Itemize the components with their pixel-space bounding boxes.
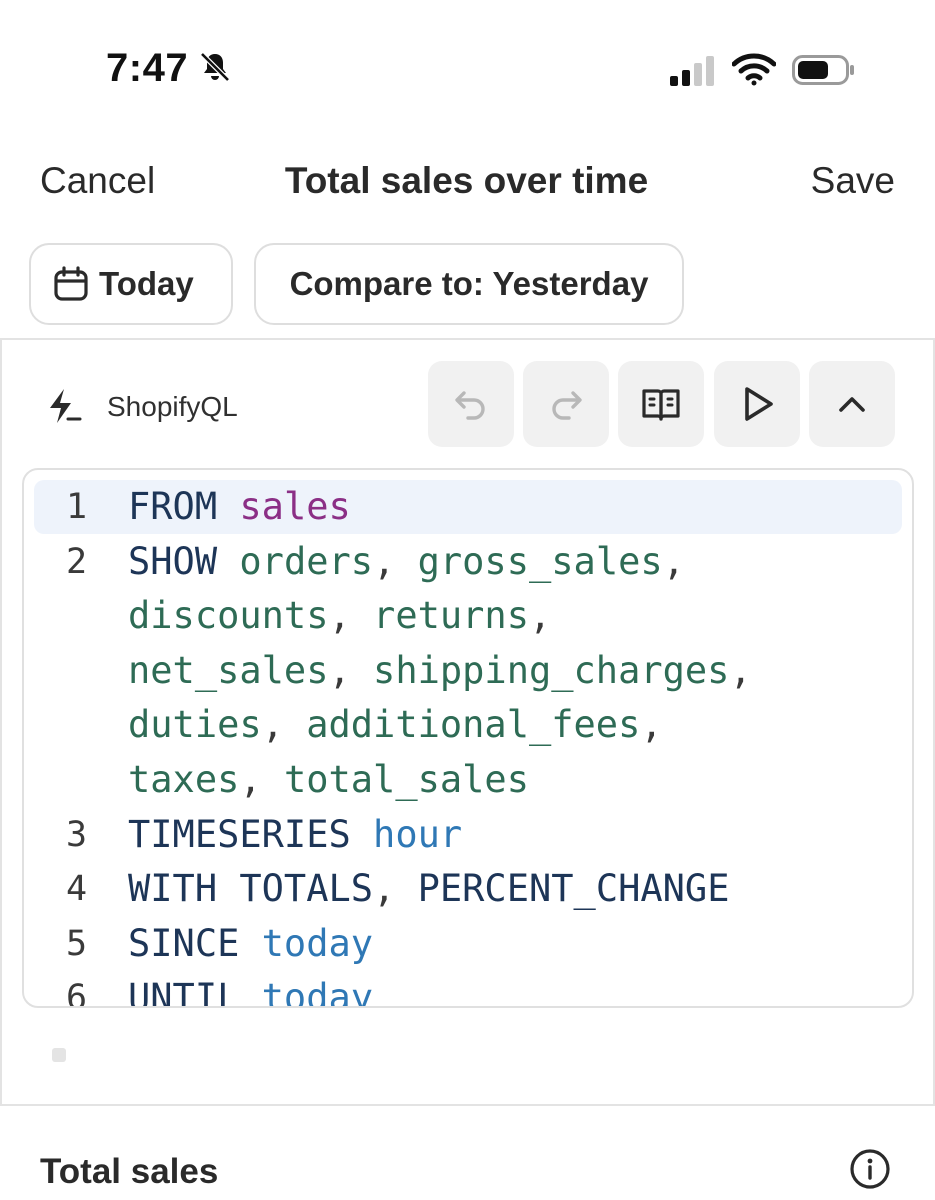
- resize-handle[interactable]: [52, 1048, 66, 1062]
- run-query-button[interactable]: [714, 361, 800, 447]
- code-token: today: [261, 976, 374, 1008]
- code-token: ,: [729, 648, 752, 692]
- code-text: net_sales, shipping_charges,: [128, 644, 752, 698]
- code-token: hour: [373, 812, 463, 856]
- date-range-button[interactable]: Today: [29, 243, 233, 325]
- battery-icon: [792, 55, 854, 85]
- code-token: discounts: [128, 594, 329, 638]
- undo-button[interactable]: [428, 361, 514, 447]
- code-token: taxes: [128, 758, 240, 801]
- code-token: additional_fees: [306, 703, 641, 747]
- code-text: FROM sales: [128, 480, 351, 534]
- compare-to-button[interactable]: Compare to: Yesterday: [254, 243, 684, 325]
- code-token: ,: [662, 539, 685, 583]
- code-token: ,: [328, 594, 374, 638]
- code-token: FROM: [128, 485, 240, 528]
- redo-button[interactable]: [523, 361, 609, 447]
- code-editor[interactable]: 1 FROM sales 2 SHOW orders, gross_sales, dis…: [22, 468, 914, 1008]
- code-text: discounts, returns,: [128, 589, 551, 643]
- line-number: 6: [66, 978, 88, 1008]
- code-token: sales: [239, 485, 351, 528]
- code-token: shipping_charges: [373, 648, 730, 692]
- code-token: today: [261, 921, 374, 965]
- redo-icon: [552, 391, 582, 420]
- info-icon[interactable]: [849, 1148, 891, 1190]
- code-text: SINCE today: [128, 917, 373, 971]
- code-token: TIMESERIES: [128, 812, 374, 856]
- code-token: UNTIL: [128, 976, 262, 1008]
- line-number: 3: [66, 814, 88, 855]
- code-token: orders: [239, 539, 374, 583]
- code-token: duties: [128, 703, 262, 747]
- play-icon: [745, 387, 773, 421]
- code-token: ,: [373, 867, 418, 911]
- code-text: SHOW orders, gross_sales,: [128, 535, 685, 589]
- section-title: Total sales: [40, 1152, 219, 1191]
- code-text: WITH TOTALS, PERCENT_CHANGE: [128, 862, 729, 916]
- page-title: Total sales over time: [284, 160, 649, 201]
- line-number: 1: [66, 487, 88, 527]
- code-token: SINCE: [128, 921, 262, 965]
- line-number: 2: [66, 541, 88, 582]
- wifi-icon: [732, 53, 776, 86]
- code-token: SHOW: [128, 539, 240, 583]
- code-token: gross_sales: [417, 539, 663, 583]
- status-time: 7:47: [106, 46, 189, 90]
- line-number: 5: [66, 923, 88, 964]
- docs-button[interactable]: [618, 361, 704, 447]
- chevron-up-icon: [839, 397, 865, 412]
- code-token: returns: [373, 594, 529, 638]
- calendar-icon: [54, 266, 88, 301]
- collapse-editor-button[interactable]: [809, 361, 895, 447]
- language-label: ShopifyQL: [107, 391, 238, 422]
- bell-slash-icon: [200, 52, 230, 82]
- code-token: PERCENT_CHANGE: [417, 867, 730, 911]
- code-token: net_sales: [128, 648, 329, 692]
- code-text: duties, additional_fees,: [128, 698, 663, 752]
- compare-to-label: Compare to: Yesterday: [289, 265, 649, 302]
- code-token: ,: [328, 648, 374, 692]
- code-text: taxes, total_sales: [128, 753, 529, 807]
- code-token: total_sales: [283, 758, 529, 801]
- line-number: 4: [66, 869, 88, 910]
- code-token: ,: [528, 594, 552, 638]
- code-text: UNTIL today: [128, 971, 374, 1008]
- cellular-signal-icon: [670, 56, 714, 86]
- save-button[interactable]: Save: [811, 160, 895, 202]
- code-token: ,: [239, 758, 284, 801]
- code-token: ,: [261, 703, 307, 747]
- code-text: TIMESERIES hour: [128, 808, 462, 862]
- code-token: ,: [373, 539, 418, 583]
- code-token: WITH TOTALS: [128, 867, 374, 911]
- book-icon: [642, 389, 680, 421]
- undo-icon: [455, 391, 485, 420]
- shopifyql-icon: [50, 389, 82, 423]
- date-range-label: Today: [99, 265, 194, 302]
- code-token: ,: [640, 703, 663, 747]
